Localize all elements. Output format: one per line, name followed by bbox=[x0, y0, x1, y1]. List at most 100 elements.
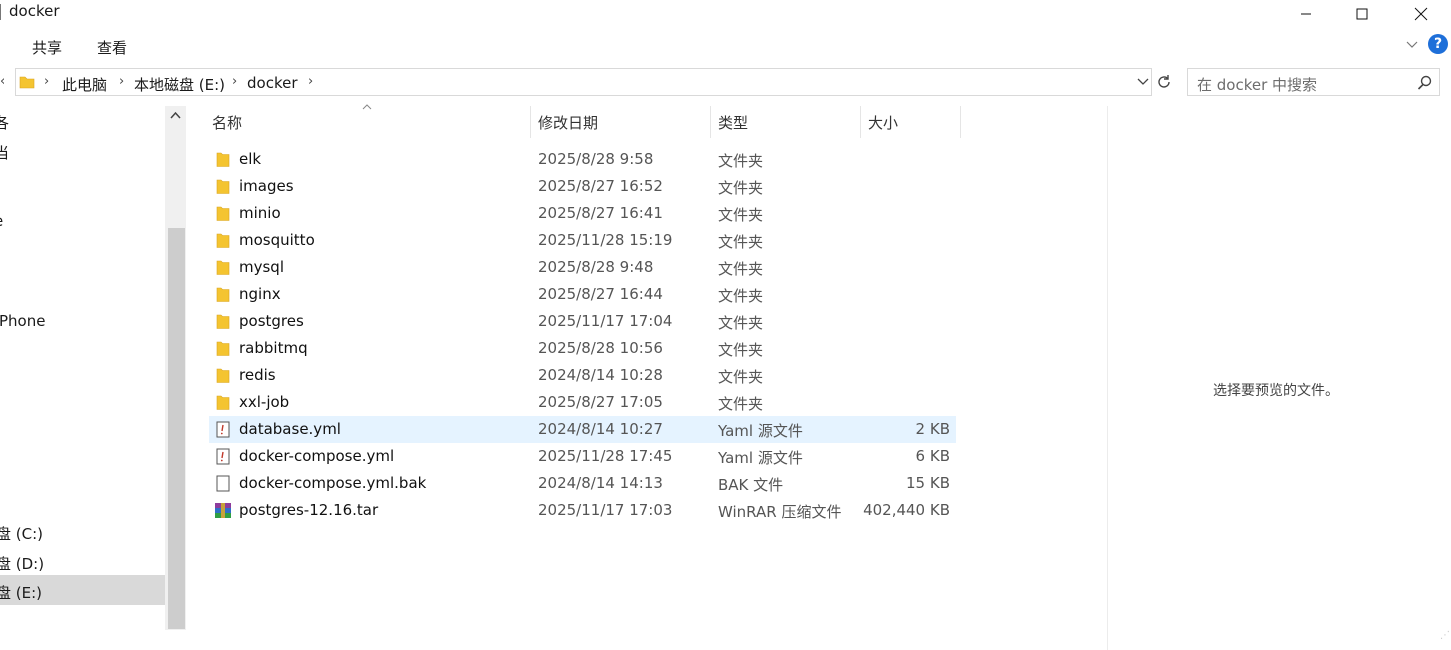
folder-icon bbox=[216, 341, 230, 356]
nav-item-drive-d[interactable]: 盘 (D:) bbox=[0, 553, 44, 574]
breadcrumb-this-pc[interactable]: 此电脑 bbox=[62, 74, 107, 95]
nav-item[interactable]: 当 bbox=[0, 142, 9, 163]
folder-icon bbox=[216, 233, 230, 248]
close-button[interactable] bbox=[1398, 0, 1444, 28]
file-date: 2025/8/28 9:48 bbox=[538, 258, 654, 276]
chevron-down-icon bbox=[1137, 78, 1149, 85]
column-header-size[interactable]: 大小 bbox=[868, 112, 898, 133]
folder-icon bbox=[216, 179, 230, 194]
nav-item[interactable]: e bbox=[0, 212, 3, 230]
folder-icon bbox=[19, 76, 35, 89]
help-icon[interactable]: ? bbox=[1428, 34, 1448, 54]
file-row[interactable]: minio 2025/8/27 16:41 文件夹 bbox=[209, 200, 956, 227]
file-name: images bbox=[239, 177, 294, 195]
nav-item-label: 盘 (E:) bbox=[0, 584, 43, 602]
column-header-date[interactable]: 修改日期 bbox=[538, 112, 598, 133]
file-date: 2024/8/14 10:27 bbox=[538, 420, 663, 438]
refresh-icon bbox=[1158, 75, 1170, 88]
file-name: docker-compose.yml.bak bbox=[239, 474, 427, 492]
file-row[interactable]: postgres 2025/11/17 17:04 文件夹 bbox=[209, 308, 956, 335]
file-date: 2025/11/28 17:45 bbox=[538, 447, 673, 465]
resize-grip-icon[interactable]: ⋰ bbox=[1440, 630, 1450, 648]
preview-pane-divider[interactable] bbox=[1107, 106, 1108, 650]
column-divider[interactable] bbox=[860, 106, 861, 138]
refresh-button[interactable] bbox=[1154, 72, 1174, 96]
file-date: 2024/8/14 10:28 bbox=[538, 366, 663, 384]
minimize-button[interactable] bbox=[1283, 0, 1329, 28]
file-name: mysql bbox=[239, 258, 284, 276]
file-date: 2025/8/27 17:05 bbox=[538, 393, 663, 411]
file-date: 2025/11/17 17:04 bbox=[538, 312, 673, 330]
file-date: 2025/8/27 16:44 bbox=[538, 285, 663, 303]
file-type: 文件夹 bbox=[718, 152, 764, 170]
folder-icon bbox=[216, 314, 230, 329]
address-history-dropdown[interactable] bbox=[1136, 75, 1150, 93]
file-type: 文件夹 bbox=[718, 179, 764, 197]
navigation-pane: 各 当 e Phone 盘 (C:) 盘 (D:) 盘 (E:) bbox=[0, 106, 165, 650]
chevron-right-icon[interactable]: › bbox=[232, 74, 237, 89]
file-type: Yaml 源文件 bbox=[718, 449, 803, 467]
file-row[interactable]: mysql 2025/8/28 9:48 文件夹 bbox=[209, 254, 956, 281]
chevron-right-icon[interactable]: › bbox=[308, 74, 313, 89]
file-name: xxl-job bbox=[239, 393, 290, 411]
file-row[interactable]: images 2025/8/27 16:52 文件夹 bbox=[209, 173, 956, 200]
nav-item-drive-c[interactable]: 盘 (C:) bbox=[0, 523, 43, 544]
folder-icon bbox=[216, 395, 230, 410]
folder-icon bbox=[216, 260, 230, 275]
column-divider[interactable] bbox=[960, 106, 961, 138]
preview-message: 选择要预览的文件。 bbox=[1213, 383, 1339, 399]
file-icon bbox=[216, 475, 230, 492]
ribbon: 共享 查看 ? bbox=[0, 30, 1451, 62]
file-row[interactable]: docker-compose.yml.bak 2024/8/14 14:13 B… bbox=[209, 470, 956, 497]
file-size: 402,440 KB bbox=[863, 501, 950, 519]
file-row-hovered[interactable]: database.yml 2024/8/14 10:27 Yaml 源文件 2 … bbox=[209, 416, 956, 443]
tab-view[interactable]: 查看 bbox=[97, 37, 127, 58]
file-date: 2025/11/17 17:03 bbox=[538, 501, 673, 519]
maximize-icon bbox=[1356, 8, 1368, 20]
ribbon-expand-icon[interactable] bbox=[1405, 38, 1419, 56]
chevron-right-icon[interactable]: › bbox=[119, 74, 124, 89]
column-divider[interactable] bbox=[530, 106, 531, 138]
minimize-icon bbox=[1301, 13, 1311, 15]
close-icon bbox=[1414, 7, 1428, 21]
title-bar: docker bbox=[0, 0, 1451, 28]
nav-item[interactable]: 各 bbox=[0, 112, 9, 133]
search-input[interactable]: 在 docker 中搜索 bbox=[1187, 68, 1440, 96]
column-header-name[interactable]: 名称 bbox=[212, 112, 242, 133]
column-header-type[interactable]: 类型 bbox=[718, 112, 748, 133]
winrar-icon bbox=[215, 503, 231, 518]
file-type: 文件夹 bbox=[718, 233, 764, 251]
scroll-up-icon[interactable] bbox=[170, 111, 181, 119]
breadcrumb-local-disk-e[interactable]: 本地磁盘 (E:) bbox=[134, 74, 225, 95]
back-chevron-icon[interactable]: ‹ bbox=[0, 74, 5, 89]
file-row[interactable]: redis 2024/8/14 10:28 文件夹 bbox=[209, 362, 956, 389]
yaml-file-icon bbox=[216, 421, 230, 438]
file-row[interactable]: docker-compose.yml 2025/11/28 17:45 Yaml… bbox=[209, 443, 956, 470]
file-name: minio bbox=[239, 204, 281, 222]
nav-item-phone[interactable]: Phone bbox=[0, 312, 45, 330]
file-name: docker-compose.yml bbox=[239, 447, 395, 465]
file-row[interactable]: nginx 2025/8/27 16:44 文件夹 bbox=[209, 281, 956, 308]
address-bar[interactable]: › 此电脑 › 本地磁盘 (E:) › docker › bbox=[15, 68, 1152, 96]
file-row[interactable]: mosquitto 2025/11/28 15:19 文件夹 bbox=[209, 227, 956, 254]
chevron-right-icon[interactable]: › bbox=[44, 74, 49, 89]
column-divider[interactable] bbox=[710, 106, 711, 138]
file-name: nginx bbox=[239, 285, 281, 303]
tab-share[interactable]: 共享 bbox=[32, 37, 62, 58]
file-row[interactable]: rabbitmq 2025/8/28 10:56 文件夹 bbox=[209, 335, 956, 362]
address-row: ‹ › 此电脑 › 本地磁盘 (E:) › docker › 在 docker … bbox=[0, 68, 1451, 98]
file-row[interactable]: postgres-12.16.tar 2025/11/17 17:03 WinR… bbox=[209, 497, 956, 524]
file-name: database.yml bbox=[239, 420, 341, 438]
file-size: 6 KB bbox=[915, 447, 950, 465]
breadcrumb-docker[interactable]: docker bbox=[247, 74, 298, 92]
nav-item-drive-e-selected[interactable]: 盘 (E:) bbox=[0, 575, 165, 605]
nav-scrollbar-thumb[interactable] bbox=[168, 228, 185, 629]
file-row[interactable]: elk 2025/8/28 9:58 文件夹 bbox=[209, 146, 956, 173]
file-type: 文件夹 bbox=[718, 341, 764, 359]
file-type: 文件夹 bbox=[718, 314, 764, 332]
maximize-button[interactable] bbox=[1339, 0, 1385, 28]
file-row[interactable]: xxl-job 2025/8/27 17:05 文件夹 bbox=[209, 389, 956, 416]
file-name: postgres bbox=[239, 312, 304, 330]
file-type: Yaml 源文件 bbox=[718, 422, 803, 440]
yaml-file-icon bbox=[216, 448, 230, 465]
